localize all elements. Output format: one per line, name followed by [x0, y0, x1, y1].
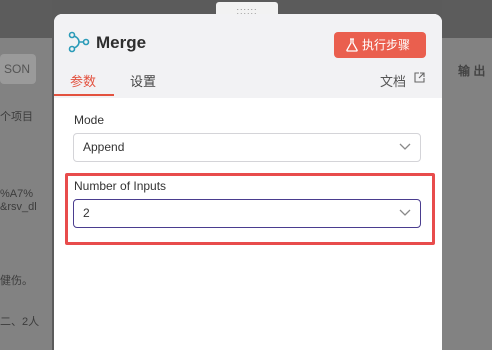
tab-settings[interactable]: 设置: [130, 71, 156, 90]
output-label: 输 出: [458, 64, 486, 78]
chevron-down-icon: [399, 143, 411, 150]
background-right-panel: [442, 38, 492, 350]
background-text-line: &rsv_dl: [0, 201, 37, 213]
docs-link[interactable]: 文档: [380, 71, 406, 90]
number-of-inputs-select[interactable]: 2: [73, 199, 421, 228]
number-of-inputs-value: 2: [83, 206, 90, 220]
active-tab-indicator: [54, 94, 114, 96]
external-link-icon[interactable]: [414, 72, 425, 83]
node-settings-panel: Merge 执行步骤 参数 设置 文档 Mode Append Number o…: [54, 14, 442, 350]
flask-icon: [346, 38, 358, 52]
number-of-inputs-label: Number of Inputs: [74, 179, 167, 193]
node-title: Merge: [96, 33, 147, 52]
background-text-line: 个项目: [0, 111, 33, 123]
background-text-line: 二、2人: [0, 316, 40, 328]
mode-label: Mode: [74, 113, 105, 127]
mode-select[interactable]: Append: [73, 133, 421, 162]
panel-header: Merge 执行步骤 参数 设置 文档: [54, 14, 442, 98]
execute-step-button[interactable]: 执行步骤: [334, 32, 426, 58]
chevron-down-icon: [399, 209, 411, 216]
background-json-button: SON: [0, 54, 36, 84]
background-text-line: %A7%: [0, 188, 34, 200]
background-text-line: 健伤。: [0, 275, 33, 287]
mode-value: Append: [83, 140, 125, 154]
background-left-header: [0, 0, 52, 38]
execute-step-label: 执行步骤: [362, 38, 411, 52]
merge-icon: [68, 31, 90, 53]
tab-parameters[interactable]: 参数: [70, 71, 96, 90]
background-right-header: [442, 0, 492, 38]
